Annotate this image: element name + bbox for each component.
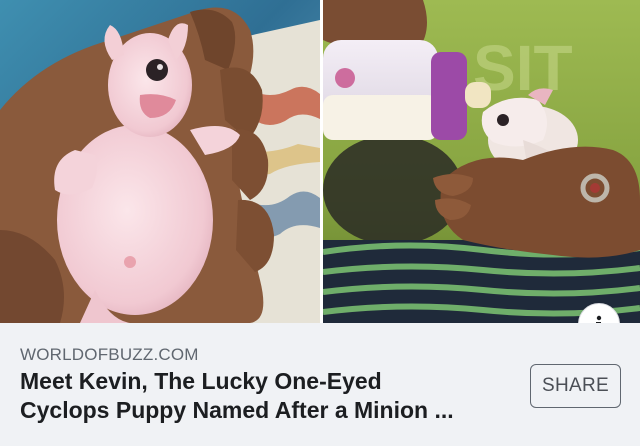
share-button[interactable]: SHARE: [530, 364, 621, 408]
photo-puppy-held-in-hand: [0, 0, 320, 323]
puppy-bottle-fed-illustration: SIT: [323, 0, 640, 323]
preview-image-area[interactable]: SIT: [0, 0, 640, 323]
headline-line-2: Cyclops Puppy Named After a Minion ...: [20, 397, 454, 423]
puppy-in-hand-illustration: [0, 0, 320, 323]
info-icon: [596, 315, 602, 323]
link-preview-footer[interactable]: WORLDOFBUZZ.COM Meet Kevin, The Lucky On…: [0, 323, 640, 446]
link-preview-card[interactable]: SIT WORLDOFBUZZ.COM Meet Kevin, The Luck…: [0, 0, 640, 446]
photo-puppy-bottle-fed: SIT: [323, 0, 640, 323]
article-headline[interactable]: Meet Kevin, The Lucky One-Eyed Cyclops P…: [20, 367, 520, 425]
headline-line-1: Meet Kevin, The Lucky One-Eyed: [20, 368, 382, 394]
source-domain: WORLDOFBUZZ.COM: [20, 345, 199, 364]
